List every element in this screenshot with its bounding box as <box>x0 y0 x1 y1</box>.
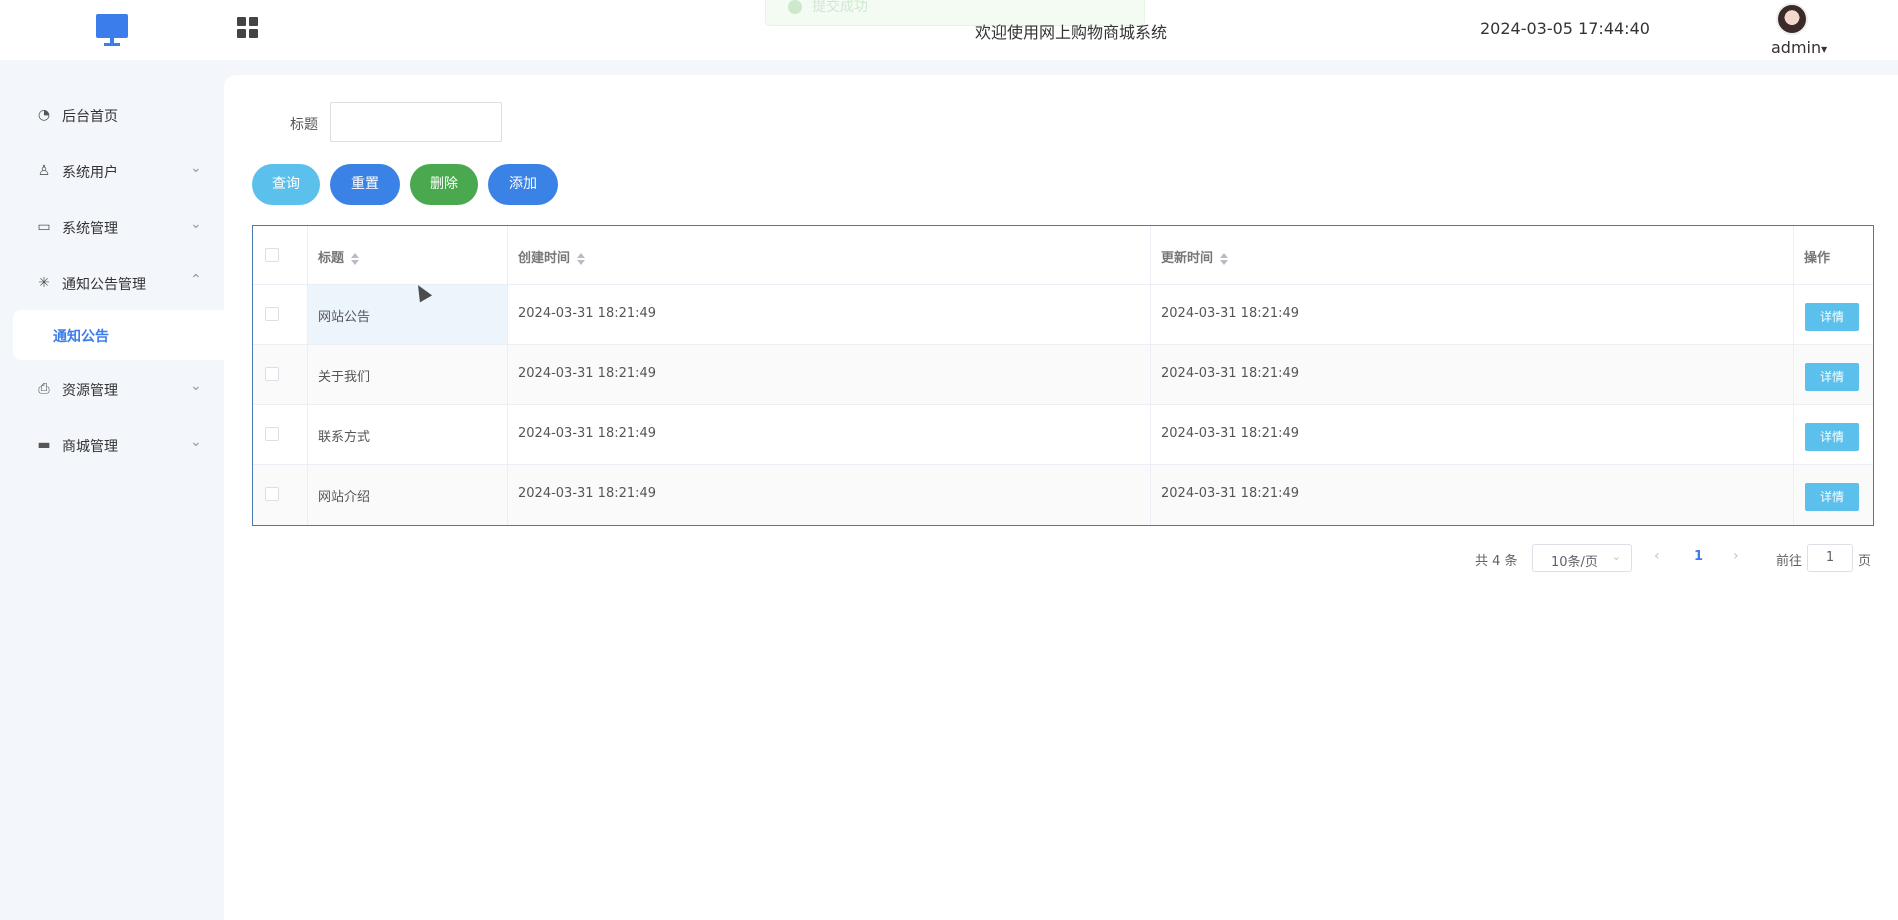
row-checkbox[interactable] <box>265 307 279 321</box>
table-row: 网站公告 2024-03-31 18:21:49 2024-03-31 18:2… <box>253 285 1873 345</box>
row-checkbox[interactable] <box>265 427 279 441</box>
monitor-logo-icon <box>96 14 128 46</box>
chevron-down-icon: ⌄ <box>190 216 202 232</box>
sidebar-item-dashboard[interactable]: ◔ 后台首页 <box>0 95 224 135</box>
next-page-button[interactable]: › <box>1733 548 1739 564</box>
col-header-actions: 操作 <box>1804 251 1831 266</box>
sidebar-item-label: 资源管理 <box>62 383 118 399</box>
sidebar-subitem-label: 通知公告 <box>53 329 109 345</box>
sidebar: ◔ 后台首页 ♙ 系统用户 ⌄ ▭ 系统管理 ⌄ ✳ 通知公告管理 ⌃ 通知公告… <box>0 60 224 920</box>
cell-title: 联系方式 <box>308 405 508 464</box>
sidebar-item-label: 系统用户 <box>62 165 118 181</box>
cell-title: 关于我们 <box>308 345 508 404</box>
page-size-select[interactable]: 10条/页 ⌄ <box>1532 544 1632 572</box>
row-checkbox[interactable] <box>265 487 279 501</box>
col-header-title[interactable]: 标题 <box>308 226 508 284</box>
sort-icon[interactable] <box>576 252 586 265</box>
sidebar-subitem-notice[interactable]: 通知公告 <box>13 310 224 360</box>
cell-created: 2024-03-31 18:21:49 <box>508 405 1151 464</box>
sidebar-item-label: 后台首页 <box>62 109 118 125</box>
detail-button[interactable]: 详情 <box>1805 363 1859 391</box>
select-all-checkbox[interactable] <box>265 248 279 262</box>
query-button[interactable]: 查询 <box>252 164 320 205</box>
cell-updated: 2024-03-31 18:21:49 <box>1151 285 1794 344</box>
datetime-display: 2024-03-05 17:44:40 <box>1480 19 1650 38</box>
page-number-1[interactable]: 1 <box>1694 549 1703 564</box>
chevron-down-icon: ⌄ <box>190 378 202 394</box>
delete-button[interactable]: 删除 <box>410 164 478 205</box>
page-suffix-label: 页 <box>1858 554 1872 569</box>
printer-icon: ⎙ <box>38 381 50 397</box>
notice-table: 标题 创建时间 更新时间 操作 网站公告 2024-03-31 18:21:49… <box>252 225 1874 526</box>
shop-icon: ▬ <box>37 437 51 453</box>
sort-icon[interactable] <box>1219 252 1229 265</box>
sidebar-item-label: 通知公告管理 <box>62 277 146 293</box>
top-header: 提交成功 欢迎使用网上购物商城系统 2024-03-05 17:44:40 ad… <box>0 0 1898 60</box>
avatar[interactable] <box>1776 3 1808 35</box>
prev-page-button[interactable]: ‹ <box>1654 548 1660 564</box>
cell-updated: 2024-03-31 18:21:49 <box>1151 345 1794 404</box>
add-button[interactable]: 添加 <box>488 164 558 205</box>
table-row: 关于我们 2024-03-31 18:21:49 2024-03-31 18:2… <box>253 345 1873 405</box>
cell-title: 网站介绍 <box>308 465 508 525</box>
table-row: 网站介绍 2024-03-31 18:21:49 2024-03-31 18:2… <box>253 465 1873 525</box>
detail-button[interactable]: 详情 <box>1805 423 1859 451</box>
sidebar-item-notice-management[interactable]: ✳ 通知公告管理 ⌃ <box>0 263 224 303</box>
pie-chart-icon: ◔ <box>37 107 51 123</box>
chevron-down-icon: ⌄ <box>190 434 202 450</box>
sidebar-item-resource-management[interactable]: ⎙ 资源管理 ⌄ <box>0 369 224 409</box>
chevron-down-icon: ⌄ <box>190 160 202 176</box>
cell-updated: 2024-03-31 18:21:49 <box>1151 405 1794 464</box>
cell-created: 2024-03-31 18:21:49 <box>508 345 1151 404</box>
sidebar-item-label: 商城管理 <box>62 439 118 455</box>
user-icon: ♙ <box>37 163 51 179</box>
detail-button[interactable]: 详情 <box>1805 303 1859 331</box>
col-header-created[interactable]: 创建时间 <box>508 226 1151 284</box>
pagination-total: 共 4 条 <box>1475 554 1518 569</box>
col-header-updated[interactable]: 更新时间 <box>1151 226 1794 284</box>
cell-title: 网站公告 <box>308 285 508 344</box>
folder-check-icon: ▭ <box>37 219 51 235</box>
goto-label: 前往 <box>1776 554 1803 569</box>
table-header-row: 标题 创建时间 更新时间 操作 <box>253 226 1873 285</box>
cell-updated: 2024-03-31 18:21:49 <box>1151 465 1794 525</box>
sidebar-item-shop-management[interactable]: ▬ 商城管理 ⌄ <box>0 425 224 465</box>
sidebar-item-label: 系统管理 <box>62 221 118 237</box>
cell-created: 2024-03-31 18:21:49 <box>508 465 1151 525</box>
search-title-label: 标题 <box>290 117 318 133</box>
sidebar-item-system-management[interactable]: ▭ 系统管理 ⌄ <box>0 207 224 247</box>
sidebar-item-system-users[interactable]: ♙ 系统用户 ⌄ <box>0 151 224 191</box>
user-menu[interactable]: admin▾ <box>1771 38 1827 57</box>
detail-button[interactable]: 详情 <box>1805 483 1859 511</box>
row-checkbox[interactable] <box>265 367 279 381</box>
chevron-down-icon: ⌄ <box>1611 550 1621 563</box>
app-grid-icon[interactable] <box>237 17 259 39</box>
table-row: 联系方式 2024-03-31 18:21:49 2024-03-31 18:2… <box>253 405 1873 465</box>
username: admin <box>1771 38 1822 57</box>
chevron-up-icon: ⌃ <box>190 272 202 288</box>
success-check-icon <box>788 0 802 14</box>
reset-button[interactable]: 重置 <box>330 164 400 205</box>
sort-icon[interactable] <box>350 252 360 265</box>
loading-icon: ✳ <box>38 275 50 291</box>
chevron-down-icon: ▾ <box>1821 42 1828 56</box>
search-title-input[interactable] <box>330 102 502 142</box>
cell-created: 2024-03-31 18:21:49 <box>508 285 1151 344</box>
goto-page-input[interactable]: 1 <box>1807 544 1853 572</box>
site-title: 欢迎使用网上购物商城系统 <box>975 23 1168 42</box>
